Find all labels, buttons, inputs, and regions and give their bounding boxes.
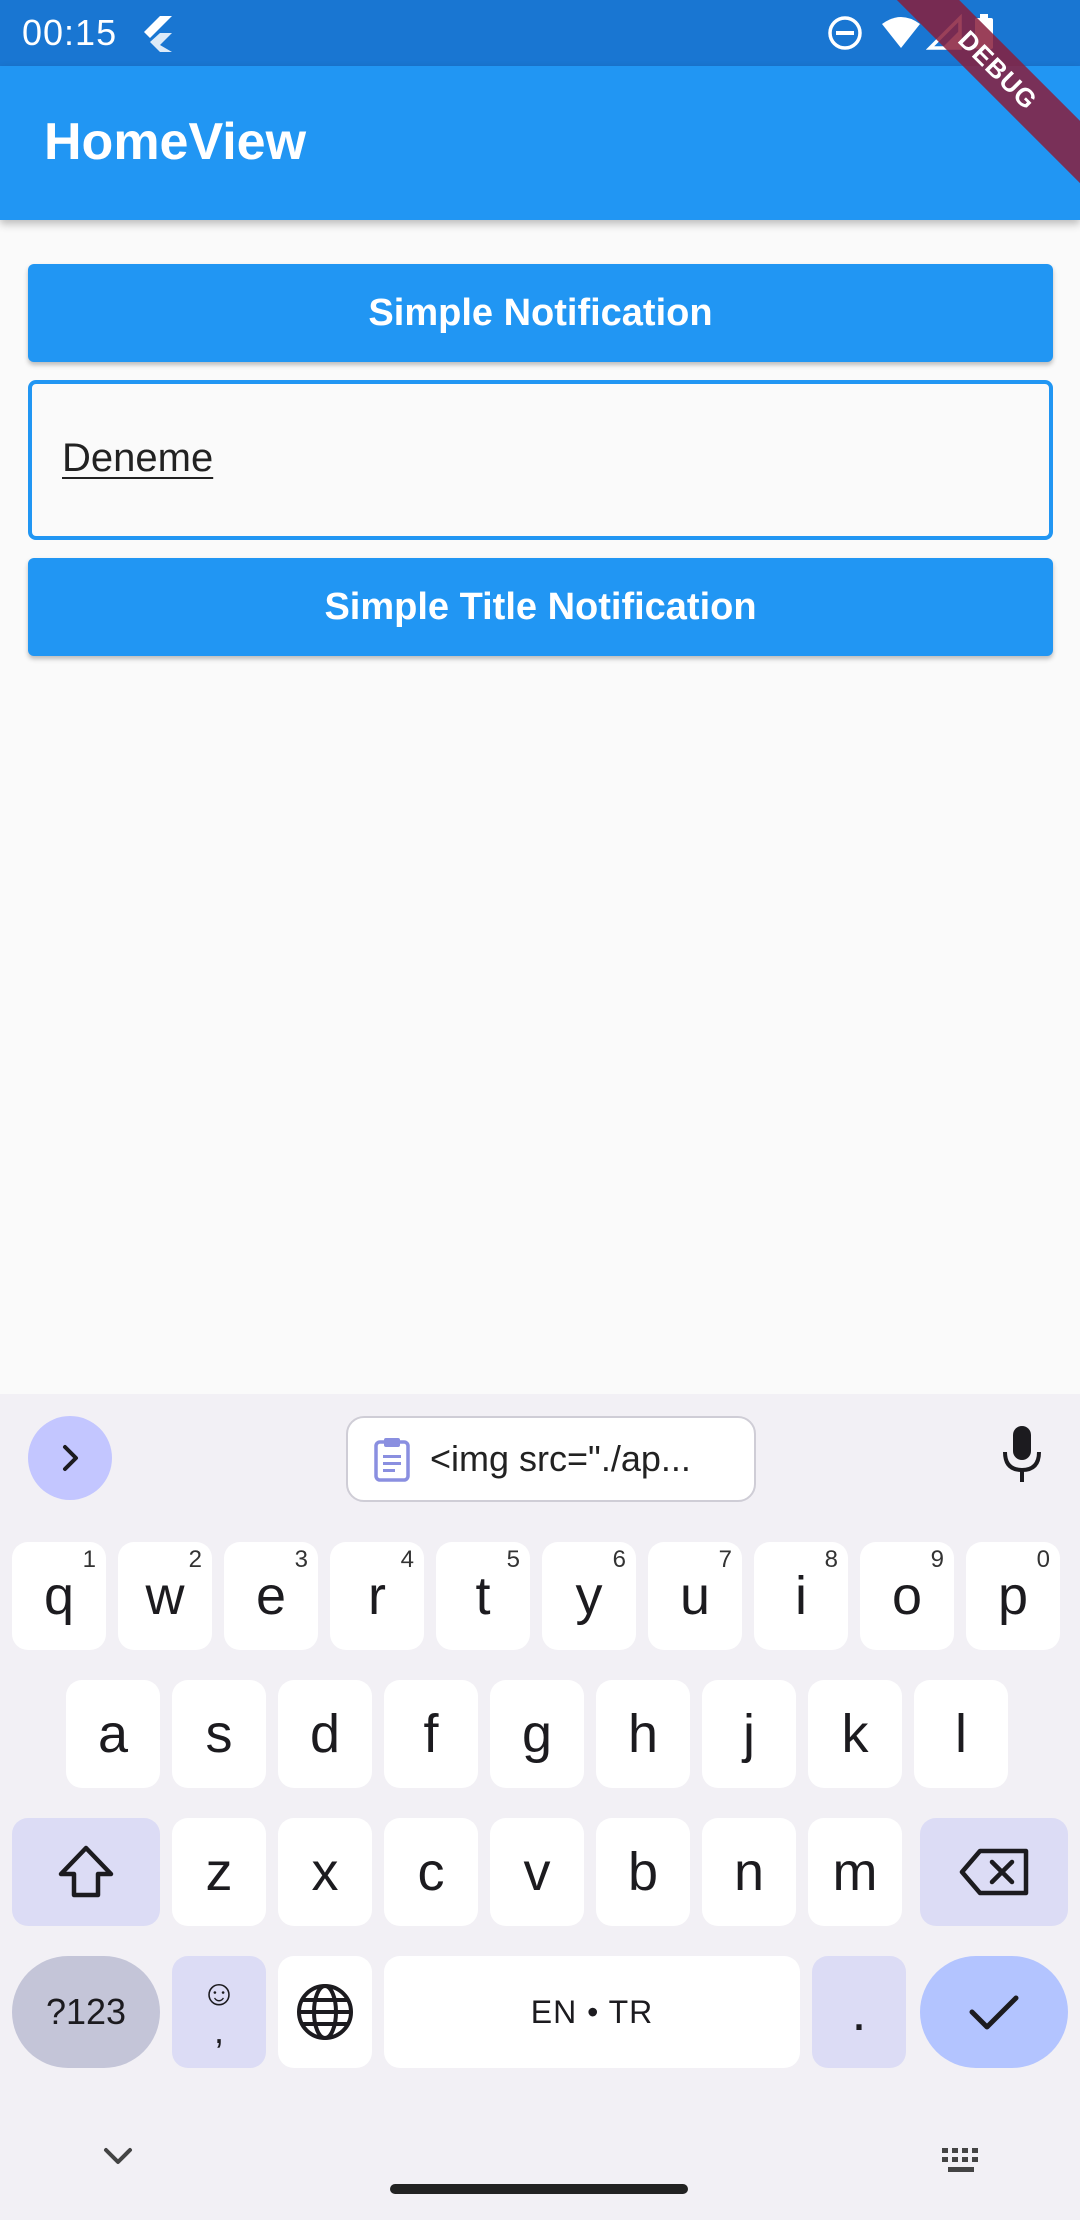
text-field-value: Deneme — [62, 436, 214, 480]
page-title: HomeView — [44, 113, 307, 171]
key-v[interactable]: v — [490, 1818, 584, 1926]
key-d[interactable]: d — [278, 1680, 372, 1788]
key-hint: 8 — [824, 1546, 838, 1573]
expand-toolbar-button[interactable] — [28, 1416, 112, 1500]
key-x[interactable]: x — [278, 1818, 372, 1926]
check-icon — [969, 1995, 1019, 2030]
key-z[interactable]: z — [172, 1818, 266, 1926]
home-indicator[interactable] — [390, 2184, 688, 2194]
clipboard-suggestion-text: <img src="./ap... — [430, 1438, 691, 1479]
key-n[interactable]: n — [702, 1818, 796, 1926]
status-bar: 00:15 — [0, 0, 1080, 66]
key-r[interactable]: r4 — [330, 1542, 424, 1650]
emoji-icon: ☺ — [200, 1972, 238, 2013]
key-label: o — [891, 1566, 923, 1626]
key-i[interactable]: i8 — [754, 1542, 848, 1650]
chevron-down-icon[interactable] — [96, 2142, 140, 2172]
key-label: w — [145, 1566, 185, 1626]
key-k[interactable]: k — [808, 1680, 902, 1788]
key-l[interactable]: l — [914, 1680, 1008, 1788]
key-label: p — [997, 1566, 1029, 1626]
key-label: t — [475, 1566, 491, 1626]
status-time: 00:15 — [22, 12, 118, 53]
key-hint: 7 — [718, 1546, 732, 1573]
key-label: i — [795, 1566, 807, 1626]
chevron-right-icon — [63, 1445, 78, 1471]
simple-title-notification-button[interactable]: Simple Title Notification — [28, 558, 1053, 656]
key-hint: 9 — [930, 1546, 944, 1573]
key-y[interactable]: y6 — [542, 1542, 636, 1650]
key-j[interactable]: j — [702, 1680, 796, 1788]
space-key[interactable]: EN • TR — [384, 1956, 800, 2068]
key-b[interactable]: b — [596, 1818, 690, 1926]
key-f[interactable]: f — [384, 1680, 478, 1788]
key-e[interactable]: e3 — [224, 1542, 318, 1650]
key-hint: 1 — [82, 1546, 96, 1573]
key-q[interactable]: q1 — [12, 1542, 106, 1650]
language-key[interactable] — [278, 1956, 372, 2068]
do-not-disturb-icon — [828, 16, 862, 50]
on-screen-keyboard: <img src="./ap... q1 w2 e3 r4 t5 y6 u7 i… — [0, 1394, 1080, 2220]
key-s[interactable]: s — [172, 1680, 266, 1788]
key-w[interactable]: w2 — [118, 1542, 212, 1650]
key-label: e — [255, 1566, 287, 1626]
key-h[interactable]: h — [596, 1680, 690, 1788]
key-label: r — [368, 1566, 386, 1626]
comma-label: , — [213, 2010, 224, 2051]
key-hint: 2 — [188, 1546, 202, 1573]
key-label: u — [679, 1566, 711, 1626]
notification-text-field[interactable]: Deneme — [28, 380, 1053, 540]
period-key[interactable]: . — [812, 1956, 906, 2068]
shift-icon — [58, 1845, 114, 1898]
key-hint: 4 — [400, 1546, 414, 1573]
globe-icon — [297, 1984, 353, 2040]
key-g[interactable]: g — [490, 1680, 584, 1788]
key-hint: 3 — [294, 1546, 308, 1573]
flutter-icon — [144, 16, 172, 52]
key-m[interactable]: m — [808, 1818, 902, 1926]
battery-icon — [975, 14, 993, 49]
key-hint: 6 — [612, 1546, 626, 1573]
key-label: y — [575, 1566, 603, 1626]
key-a[interactable]: a — [66, 1680, 160, 1788]
enter-key[interactable] — [920, 1956, 1068, 2068]
key-u[interactable]: u7 — [648, 1542, 742, 1650]
microphone-icon[interactable] — [998, 1424, 1046, 1486]
key-hint: 0 — [1036, 1546, 1050, 1573]
app-bar: HomeView — [0, 66, 1080, 220]
key-hint: 5 — [506, 1546, 520, 1573]
keyboard-switch-icon[interactable] — [940, 2146, 984, 2176]
key-label: q — [43, 1566, 75, 1626]
shift-key[interactable] — [12, 1818, 160, 1926]
symbols-key[interactable]: ?123 — [12, 1956, 160, 2068]
key-o[interactable]: o9 — [860, 1542, 954, 1650]
clipboard-suggestion-chip[interactable]: <img src="./ap... — [346, 1416, 756, 1502]
signal-icon — [926, 14, 962, 50]
backspace-icon — [959, 1848, 1029, 1896]
key-t[interactable]: t5 — [436, 1542, 530, 1650]
simple-notification-button[interactable]: Simple Notification — [28, 264, 1053, 362]
backspace-key[interactable] — [920, 1818, 1068, 1926]
wifi-icon — [882, 17, 920, 48]
key-c[interactable]: c — [384, 1818, 478, 1926]
key-p[interactable]: p0 — [966, 1542, 1060, 1650]
emoji-key[interactable]: ☺ , — [172, 1956, 266, 2068]
clipboard-icon — [374, 1438, 410, 1482]
